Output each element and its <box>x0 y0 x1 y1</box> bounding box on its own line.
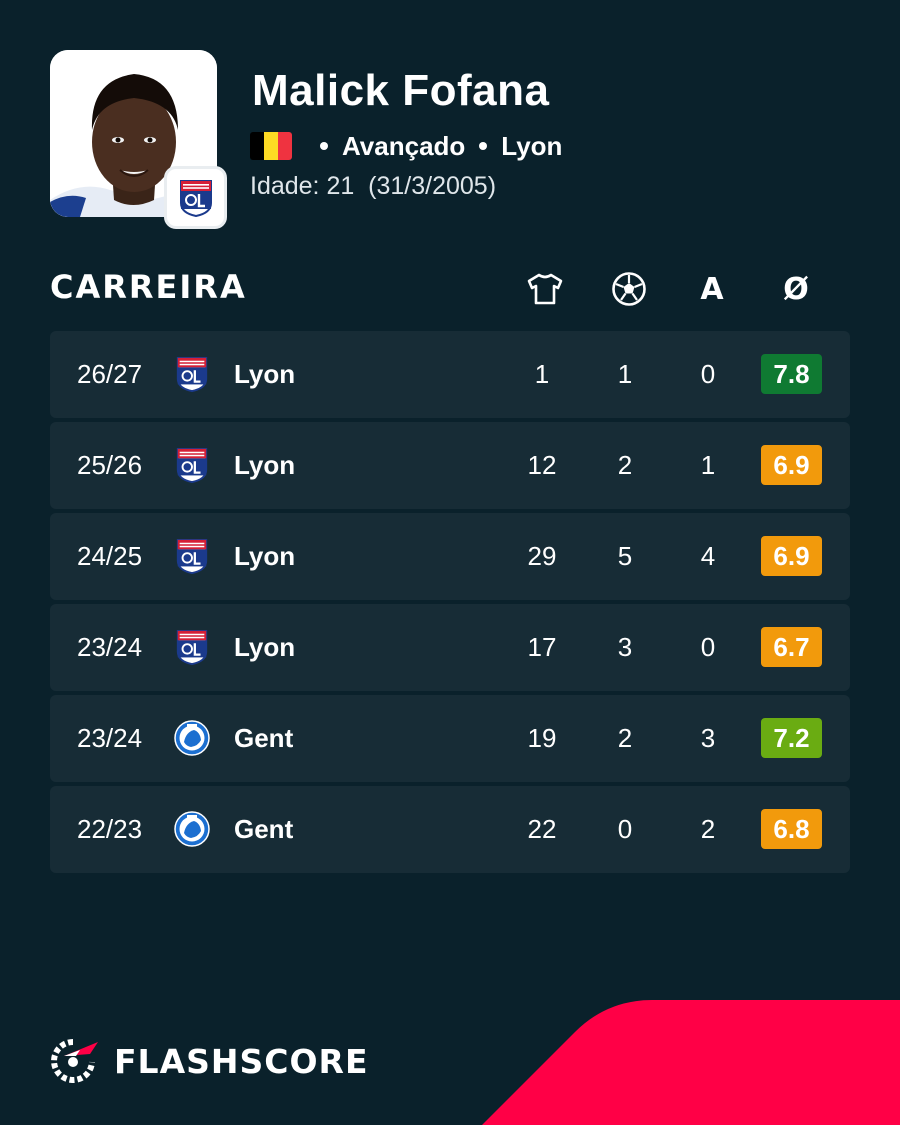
player-name: Malick Fofana <box>252 66 550 115</box>
assists-cell: 0 <box>700 359 716 389</box>
flag-stripe <box>250 132 264 160</box>
appearances-cell: 1 <box>534 359 550 389</box>
separator-dot <box>479 142 488 150</box>
lyon-logo-icon <box>174 447 210 484</box>
table-row[interactable]: 26/27 Lyon 1 1 0 7.8 <box>50 331 850 418</box>
assists-cell: 4 <box>700 541 716 571</box>
goals-cell: 5 <box>617 541 633 571</box>
table-row[interactable]: 23/24 Lyon 17 3 0 6.7 <box>50 604 850 691</box>
assists-cell: 2 <box>700 814 716 844</box>
shirt-icon <box>527 273 563 305</box>
career-table: 26/27 Lyon 1 1 0 7.8 25/26 Lyon 12 2 1 6.9 24/25 Lyon… <box>50 331 850 877</box>
player-position: Avançado <box>342 130 466 161</box>
assists-cell: 3 <box>700 723 716 753</box>
rating-badge: 6.7 <box>761 627 822 667</box>
flashscore-logo-icon <box>51 1039 98 1083</box>
team-name-cell: Lyon <box>234 450 296 480</box>
gent-logo-icon <box>174 811 210 847</box>
flashscore-brand: FLASHSCORE <box>50 1038 369 1084</box>
section-title: CARREIRA <box>50 268 247 306</box>
rating-badge: 6.8 <box>761 809 822 849</box>
goals-cell: 0 <box>617 814 633 844</box>
rating-label: Ø <box>783 271 809 307</box>
club-badge <box>164 166 227 229</box>
appearances-cell: 19 <box>527 723 557 753</box>
flag-stripe <box>264 132 278 160</box>
lyon-logo-icon <box>179 179 212 217</box>
season-cell: 25/26 <box>77 450 143 480</box>
appearances-column-header <box>525 270 565 308</box>
goals-column-header <box>609 270 649 308</box>
player-club: Lyon <box>501 130 563 161</box>
season-cell: 26/27 <box>77 359 143 389</box>
player-meta: Avançado Lyon <box>250 128 562 164</box>
assists-label: A <box>700 271 724 307</box>
ball-icon <box>612 272 646 306</box>
assists-cell: 1 <box>700 450 716 480</box>
team-name-cell: Lyon <box>234 632 296 662</box>
assists-column-header: A <box>692 270 732 308</box>
season-cell: 23/24 <box>77 723 143 753</box>
team-name-cell: Lyon <box>234 359 296 389</box>
lyon-logo-icon <box>174 629 210 666</box>
table-row[interactable]: 24/25 Lyon 29 5 4 6.9 <box>50 513 850 600</box>
season-cell: 24/25 <box>77 541 143 571</box>
lyon-logo-icon <box>174 538 210 575</box>
rating-column-header: Ø <box>776 270 816 308</box>
flag-stripe <box>278 132 292 160</box>
season-cell: 23/24 <box>77 632 143 662</box>
player-age: Idade: 21 (31/3/2005) <box>250 172 497 200</box>
assists-cell: 0 <box>700 632 716 662</box>
table-row[interactable]: 22/23 Gent 22 0 2 6.8 <box>50 786 850 873</box>
team-name-cell: Lyon <box>234 541 296 571</box>
brand-name: FLASHSCORE <box>114 1041 369 1081</box>
team-name-cell: Gent <box>234 814 294 844</box>
table-row[interactable]: 23/24 Gent 19 2 3 7.2 <box>50 695 850 782</box>
appearances-cell: 12 <box>527 450 557 480</box>
goals-cell: 3 <box>617 632 633 662</box>
separator-dot <box>320 142 328 150</box>
season-cell: 22/23 <box>77 814 143 844</box>
rating-badge: 6.9 <box>761 536 822 576</box>
player-card: Malick Fofana Avançado Lyon Idade: 21 (3… <box>0 0 900 1125</box>
belgium-flag-icon <box>250 132 292 160</box>
table-row[interactable]: 25/26 Lyon 12 2 1 6.9 <box>50 422 850 509</box>
goals-cell: 1 <box>617 359 633 389</box>
lyon-logo-icon <box>174 356 210 393</box>
appearances-cell: 29 <box>527 541 557 571</box>
team-name-cell: Gent <box>234 723 294 753</box>
appearances-cell: 22 <box>527 814 557 844</box>
rating-badge: 6.9 <box>761 445 822 485</box>
gent-logo-icon <box>174 720 210 756</box>
goals-cell: 2 <box>617 450 633 480</box>
appearances-cell: 17 <box>527 632 557 662</box>
player-avatar-wrap <box>50 50 227 229</box>
goals-cell: 2 <box>617 723 633 753</box>
rating-badge: 7.2 <box>761 718 822 758</box>
rating-badge: 7.8 <box>761 354 822 394</box>
